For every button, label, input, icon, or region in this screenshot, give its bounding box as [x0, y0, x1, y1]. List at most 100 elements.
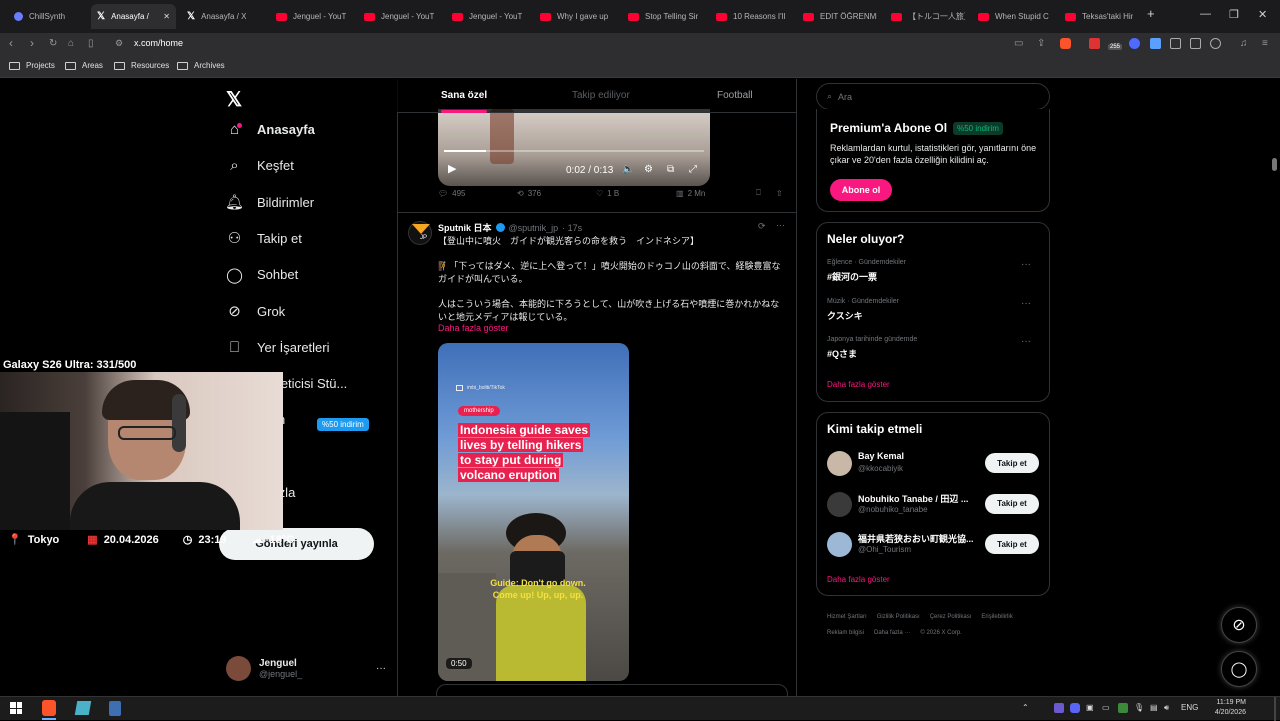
more-icon[interactable]: ···: [776, 220, 785, 230]
footer-link[interactable]: Gizlilik Politikası: [877, 609, 920, 625]
tab-for-you[interactable]: Sana özel: [441, 90, 487, 101]
nav-item[interactable]: ◯ Sohbet: [226, 266, 298, 284]
extension-icon[interactable]: [1150, 38, 1161, 49]
back-icon[interactable]: ‹: [9, 36, 13, 50]
profile-switcher[interactable]: Jenguel @jenguel_ ···: [226, 654, 386, 682]
fullscreen-icon[interactable]: ⤢: [689, 164, 697, 175]
video-progress[interactable]: [444, 150, 704, 152]
site-info-icon[interactable]: ⚙: [115, 38, 123, 49]
footer-link[interactable]: Erişilebilirlik: [981, 609, 1012, 625]
discord-icon[interactable]: [1070, 703, 1080, 713]
bookmark-folder[interactable]: Projects: [9, 61, 55, 70]
views-button[interactable]: ▥ 2 Mn: [676, 189, 705, 198]
messages-float-icon[interactable]: ◯: [1221, 651, 1257, 687]
microphone-icon[interactable]: 🎙︎: [1134, 703, 1144, 712]
cast-icon[interactable]: ▭: [1014, 38, 1023, 49]
more-icon[interactable]: ···: [376, 663, 386, 674]
nav-item[interactable]: ⎕ Yer İşaretleri: [226, 339, 330, 356]
browser-tab[interactable]: 10 Reasons I'll: [710, 4, 796, 29]
browser-tab[interactable]: Why I gave up: [534, 4, 620, 29]
download-icon[interactable]: [1210, 38, 1221, 49]
browser-tab[interactable]: EDIT ÖĞRENME: [797, 4, 883, 29]
browser-tab[interactable]: When Stupid C: [972, 4, 1058, 29]
close-icon[interactable]: ✕: [1258, 8, 1267, 21]
browser-tab[interactable]: 【トルコ一人旅】: [885, 4, 971, 29]
nav-item[interactable]: ⚇ Takip et: [226, 230, 302, 247]
trends-show-more[interactable]: Daha fazla göster: [827, 380, 890, 389]
scrollbar-thumb[interactable]: [1272, 158, 1277, 171]
footer-link[interactable]: Daha fazla ···: [874, 625, 910, 641]
forward-icon[interactable]: ›: [30, 36, 34, 50]
nav-item[interactable]: ⊘ Grok: [226, 303, 285, 320]
brave-shields-icon[interactable]: [1060, 38, 1071, 49]
browser-tab[interactable]: Teksas'taki Hin: [1059, 4, 1139, 29]
home-button-icon[interactable]: ⌂: [68, 38, 74, 49]
like-button[interactable]: ♡ 1 B: [596, 189, 619, 198]
tab-following[interactable]: Takip ediliyor: [572, 90, 630, 101]
video-player[interactable]: ▶ 0:02 / 0:13 🔈 ⚙ ⧉ ⤢: [438, 109, 710, 186]
url-field[interactable]: x.com/home: [134, 38, 183, 48]
share-icon[interactable]: ⇪: [1037, 38, 1045, 49]
restore-icon[interactable]: ❐: [1229, 8, 1239, 21]
footer-link[interactable]: Reklam bilgisi: [827, 625, 864, 641]
extension-icon[interactable]: [1089, 38, 1100, 49]
bookmark-folder[interactable]: Resources: [114, 61, 169, 70]
pip-icon[interactable]: ⧉: [667, 164, 674, 175]
volume-icon[interactable]: 🔈: [622, 164, 634, 175]
show-more-link[interactable]: Daha fazla göster: [438, 323, 509, 333]
windows-start-icon[interactable]: [10, 702, 22, 714]
files-icon[interactable]: [74, 701, 92, 715]
bookmark-icon[interactable]: ⎕: [756, 188, 761, 198]
follow-button[interactable]: Takip et: [985, 534, 1039, 554]
follow-suggestion[interactable]: Nobuhiko Tanabe / 田辺 ... @nobuhiko_tanabe…: [827, 490, 1041, 522]
tweet-video[interactable]: imbi_boliti/TikTok mothership Indonesia …: [438, 343, 629, 681]
browser-tab[interactable]: 𝕏 Anasayfa / X: [181, 4, 267, 29]
minimize-icon[interactable]: —: [1200, 8, 1211, 20]
browser-tab[interactable]: 𝕏 Anasayfa / ✕: [91, 4, 176, 29]
x-logo-icon[interactable]: 𝕏: [226, 87, 242, 112]
wtf-show-more[interactable]: Daha fazla göster: [827, 575, 890, 584]
settings-icon[interactable]: ⚙: [644, 164, 653, 175]
extension-icon[interactable]: [1129, 38, 1140, 49]
reply-button[interactable]: 💬︎ 495: [438, 189, 466, 198]
menu-icon[interactable]: ≡: [1262, 38, 1268, 49]
system-clock[interactable]: 11:19 PM 4/20/2026: [1202, 698, 1246, 718]
reload-icon[interactable]: ↻: [49, 38, 57, 49]
follow-button[interactable]: Takip et: [985, 493, 1039, 514]
tray-app-icon[interactable]: ▣: [1086, 703, 1094, 712]
nav-item[interactable]: ⌕ Keşfet: [226, 157, 294, 174]
tab-football[interactable]: Football: [717, 90, 753, 101]
tweet-time[interactable]: · 17s: [562, 223, 582, 233]
trend-item[interactable]: Japonya tarihinde gündemde #Qさま ···: [827, 336, 1041, 368]
author-name[interactable]: Sputnik 日本: [438, 221, 492, 234]
nav-item[interactable]: ⌂ Anasayfa: [226, 121, 315, 138]
nav-item[interactable]: 🔔︎ Bildirimler: [225, 194, 314, 211]
footer-link[interactable]: Çerez Politikası: [930, 609, 972, 625]
follow-button[interactable]: Takip et: [985, 453, 1039, 473]
media-icon[interactable]: ♫: [1240, 38, 1248, 49]
bookmark-folder[interactable]: Archives: [177, 61, 225, 70]
trend-item[interactable]: Eğlence · Gündemdekiler #銀河の一票 ···: [827, 259, 1041, 291]
speaker-icon[interactable]: 🔊︎: [1164, 703, 1169, 713]
share-icon[interactable]: ⇧: [776, 189, 783, 198]
grok-icon[interactable]: ⟳: [758, 221, 766, 232]
calculator-icon[interactable]: [109, 701, 121, 716]
tray-app-icon[interactable]: [1054, 703, 1064, 713]
puzzle-icon[interactable]: [1170, 38, 1181, 49]
browser-tab[interactable]: ChillSynth: [8, 4, 86, 29]
search-input[interactable]: Ara: [838, 92, 852, 102]
new-tab-button[interactable]: +: [1147, 6, 1155, 21]
more-icon[interactable]: ···: [1021, 298, 1031, 309]
browser-tab[interactable]: Jenguel - YouT: [358, 4, 444, 29]
tray-app-icon[interactable]: ▭: [1102, 703, 1110, 712]
follow-suggestion[interactable]: Bay Kemal @kkocabiyik Takip et: [827, 449, 1041, 481]
subscribe-button[interactable]: Abone ol: [830, 179, 892, 201]
sidebar-toggle-icon[interactable]: ▯: [88, 38, 94, 49]
grok-float-icon[interactable]: ⊘: [1221, 607, 1257, 643]
brave-icon[interactable]: [42, 700, 56, 716]
tray-app-icon[interactable]: [1118, 703, 1128, 713]
browser-tab[interactable]: Stop Telling Sir: [622, 4, 708, 29]
follow-suggestion[interactable]: 福井県若狭おおい町観光協... @Ohi_Tourism Takip et: [827, 530, 1041, 562]
bookmark-folder[interactable]: Areas: [65, 61, 103, 70]
show-desktop-button[interactable]: [1274, 697, 1276, 721]
